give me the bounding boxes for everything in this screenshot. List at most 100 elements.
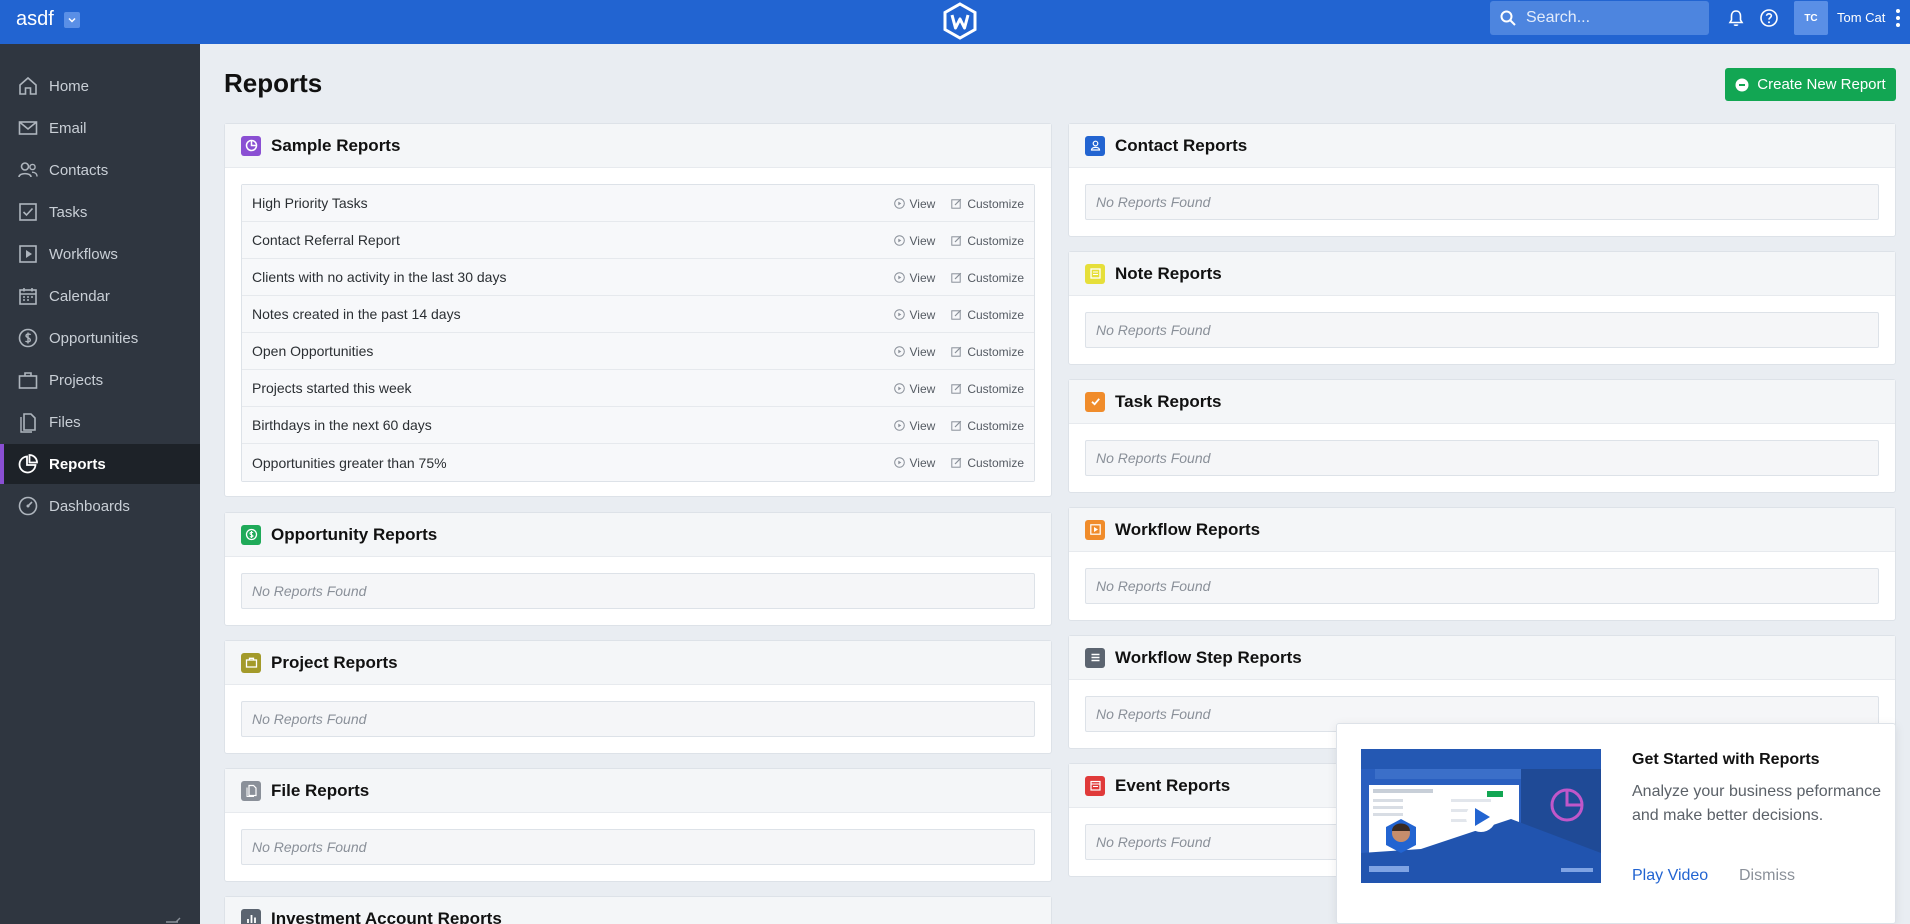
card-header: Workflow Reports <box>1069 508 1895 552</box>
play-icon <box>1085 519 1105 540</box>
sidebar-item-opportunities[interactable]: Opportunities <box>0 318 200 358</box>
edit-icon <box>951 346 962 357</box>
sidebar-item-label: Opportunities <box>49 329 139 347</box>
report-name: Opportunities greater than 75% <box>252 454 447 471</box>
sidebar-item-label: Files <box>49 413 81 431</box>
report-row[interactable]: Contact Referral Report View Customize <box>242 222 1034 259</box>
card-title: File Reports <box>271 780 370 800</box>
sidebar-item-label: Home <box>49 77 90 95</box>
project-reports-card: Project Reports No Reports Found <box>224 640 1052 754</box>
email-icon <box>17 117 39 139</box>
search-placeholder: Search... <box>1526 9 1591 26</box>
dismiss-link[interactable]: Dismiss <box>1739 867 1795 885</box>
calendar-icon <box>1085 775 1105 796</box>
opportunity-reports-card: Opportunity Reports No Reports Found <box>224 512 1052 626</box>
card-title: Workflow Step Reports <box>1115 647 1302 667</box>
customize-button[interactable]: Customize <box>951 382 1024 396</box>
sidebar-item-dashboards[interactable]: Dashboards <box>0 486 200 526</box>
no-reports-found: No Reports Found <box>241 701 1035 737</box>
view-button[interactable]: View <box>893 197 935 211</box>
sidebar-item-calendar[interactable]: Calendar <box>0 276 200 316</box>
play-circle-icon <box>893 235 905 246</box>
customize-button[interactable]: Customize <box>951 234 1024 248</box>
video-thumbnail[interactable] <box>1361 749 1601 883</box>
play-video-link[interactable]: Play Video <box>1632 867 1708 885</box>
edit-icon <box>951 235 962 246</box>
customize-button[interactable]: Customize <box>951 345 1024 359</box>
view-label: View <box>909 344 936 359</box>
top-bar: asdf Search... TC Tom Cat <box>0 0 1910 44</box>
avatar[interactable]: TC <box>1794 1 1828 35</box>
view-button[interactable]: View <box>893 234 935 248</box>
more-vertical-icon[interactable] <box>1894 6 1902 30</box>
report-name: Open Opportunities <box>252 343 374 359</box>
sidebar-item-projects[interactable]: Projects <box>0 360 200 400</box>
bar-chart-icon <box>241 908 261 924</box>
customize-button[interactable]: Customize <box>951 308 1024 322</box>
sidebar-item-contacts[interactable]: Contacts <box>0 150 200 190</box>
page-title: Reports <box>224 68 323 98</box>
edit-icon <box>951 272 962 283</box>
sample-reports-list: High Priority Tasks View Customize Conta… <box>241 184 1035 482</box>
bell-icon[interactable] <box>1726 8 1746 28</box>
promo-title: Get Started with Reports <box>1632 751 1820 768</box>
report-row[interactable]: Notes created in the past 14 days View C… <box>242 296 1034 333</box>
no-reports-found: No Reports Found <box>1085 568 1879 604</box>
sidebar-item-email[interactable]: Email <box>0 108 200 148</box>
no-reports-found: No Reports Found <box>1085 184 1879 220</box>
view-label: View <box>909 270 936 285</box>
sample-reports-card: Sample Reports High Priority Tasks View … <box>224 123 1052 497</box>
report-row[interactable]: Open Opportunities View Customize <box>242 333 1034 370</box>
report-row[interactable]: Opportunities greater than 75% View Cust… <box>242 444 1034 481</box>
customize-label: Customize <box>967 196 1024 211</box>
tasks-icon <box>17 201 39 223</box>
customize-button[interactable]: Customize <box>951 271 1024 285</box>
dollar-icon <box>241 524 261 545</box>
note-icon <box>1085 263 1105 284</box>
report-row[interactable]: Clients with no activity in the last 30 … <box>242 259 1034 296</box>
search-icon <box>1500 10 1516 26</box>
chevron-down-icon[interactable] <box>63 11 80 28</box>
note-reports-card: Note Reports No Reports Found <box>1068 251 1896 365</box>
customize-label: Customize <box>967 455 1024 470</box>
report-name: Contact Referral Report <box>252 232 400 248</box>
sidebar-item-label: Projects <box>49 371 104 389</box>
workspace-switcher[interactable]: asdf <box>16 8 80 31</box>
projects-icon <box>17 369 39 391</box>
collapse-sidebar-icon[interactable] <box>164 916 184 924</box>
help-icon[interactable] <box>1759 8 1779 28</box>
task-reports-card: Task Reports No Reports Found <box>1068 379 1896 493</box>
report-row[interactable]: Projects started this week View Customiz… <box>242 370 1034 407</box>
sidebar-item-reports[interactable]: Reports <box>0 444 200 484</box>
sidebar-item-home[interactable]: Home <box>0 66 200 106</box>
sidebar-item-files[interactable]: Files <box>0 402 200 442</box>
customize-button[interactable]: Customize <box>951 419 1024 433</box>
card-header: Sample Reports <box>225 124 1051 168</box>
view-button[interactable]: View <box>893 382 935 396</box>
customize-button[interactable]: Customize <box>951 197 1024 211</box>
view-button[interactable]: View <box>893 270 936 285</box>
pie-chart-icon <box>241 135 261 156</box>
search-input[interactable]: Search... <box>1490 1 1709 35</box>
investment-account-reports-card: Investment Account Reports <box>224 896 1052 924</box>
user-name[interactable]: Tom Cat <box>1837 10 1885 25</box>
list-icon <box>1085 647 1105 668</box>
report-row[interactable]: High Priority Tasks View Customize <box>242 185 1034 222</box>
view-button[interactable]: View <box>893 456 935 470</box>
wealthbox-logo-icon[interactable] <box>942 2 978 40</box>
report-name: Notes created in the past 14 days <box>252 306 461 322</box>
customize-button[interactable]: Customize <box>951 456 1024 470</box>
card-title: Contact Reports <box>1115 135 1248 155</box>
card-title: Sample Reports <box>271 135 401 155</box>
card-title: Workflow Reports <box>1115 519 1261 539</box>
report-row[interactable]: Birthdays in the next 60 days View Custo… <box>242 407 1034 444</box>
edit-icon <box>951 457 962 468</box>
view-button[interactable]: View <box>893 419 935 433</box>
file-reports-card: File Reports No Reports Found <box>224 768 1052 882</box>
view-button[interactable]: View <box>893 308 935 322</box>
sidebar-item-tasks[interactable]: Tasks <box>0 192 200 232</box>
sidebar-item-workflows[interactable]: Workflows <box>0 234 200 274</box>
create-new-report-button[interactable]: Create New Report <box>1725 68 1896 101</box>
view-button[interactable]: View <box>893 344 936 359</box>
play-circle-icon <box>893 309 905 320</box>
